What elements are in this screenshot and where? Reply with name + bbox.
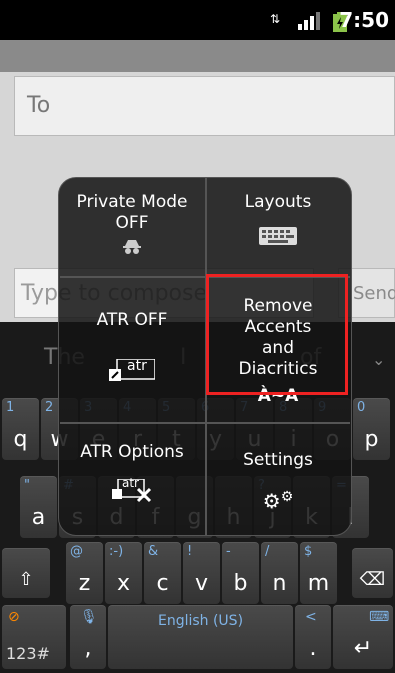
microphone-icon: 🎙	[80, 609, 98, 625]
key-alt-label: @	[70, 544, 83, 559]
atr-options-icon-text: atr	[122, 476, 139, 490]
spy-icon	[60, 238, 204, 261]
key-alt-label: "	[24, 478, 30, 493]
key-alt-label: -	[226, 544, 231, 559]
chevron-down-icon[interactable]: ⌄	[372, 350, 385, 369]
period-label: .	[309, 636, 317, 661]
key-alt-label: 0	[357, 400, 366, 415]
atr-off-label: ATR OFF	[96, 310, 168, 330]
keyboard-icon: ⌨	[369, 609, 390, 625]
key-c[interactable]: & c	[144, 542, 181, 604]
space-label: English (US)	[157, 613, 244, 629]
key-alt-label: &	[148, 544, 159, 559]
menu-divider	[60, 422, 350, 424]
share-icon: <	[305, 609, 317, 625]
period-key[interactable]: < .	[295, 605, 331, 669]
gear-icon: ⚙⚙	[262, 489, 294, 513]
key-label: n	[272, 571, 287, 596]
key-label: p	[364, 427, 379, 452]
status-bar: ⇅ 7:50	[0, 0, 395, 40]
atr-options-item[interactable]: ATR Options atr	[60, 442, 204, 508]
atr-icon: atr	[109, 358, 155, 383]
mode-key-label: 123#	[6, 644, 50, 663]
settings-item[interactable]: Settings ⚙⚙	[206, 450, 350, 513]
key-label: x	[116, 571, 131, 596]
key-v[interactable]: ! v	[183, 542, 220, 604]
atr-off-item[interactable]: ATR OFF atr	[60, 310, 204, 388]
key-a[interactable]: " a	[20, 476, 57, 538]
key-alt-label: :-)	[109, 544, 124, 559]
key-label: z	[78, 571, 91, 596]
key-label: a	[31, 505, 46, 530]
to-field[interactable]: To	[14, 76, 395, 136]
send-label: Send	[353, 283, 395, 304]
key-alt-label: 2	[45, 400, 54, 415]
swype-icon: ⊘	[8, 609, 20, 625]
space-key[interactable]: English (US)	[108, 605, 293, 669]
clock: 7:50	[339, 8, 389, 32]
key-label: m	[307, 571, 330, 596]
data-icon: ⇅	[270, 12, 281, 26]
key-m[interactable]: $ m	[300, 542, 337, 604]
layouts-item[interactable]: Layouts	[206, 192, 350, 250]
keyboard-icon	[206, 227, 350, 250]
enter-icon: ↵	[353, 636, 373, 661]
key-alt-label: /	[265, 544, 270, 559]
key-label: c	[156, 571, 169, 596]
layouts-label: Layouts	[244, 192, 312, 212]
key-alt-label: !	[187, 544, 193, 559]
comma-label: ,	[84, 636, 92, 661]
key-alt-label: 1	[6, 400, 15, 415]
key-alt-label: $	[304, 544, 313, 559]
atr-options-icon: atr	[112, 476, 152, 503]
signal-icon	[298, 12, 320, 34]
key-q[interactable]: 1q	[2, 398, 39, 460]
to-placeholder: To	[27, 93, 51, 118]
private-mode-label: Private Mode OFF	[76, 192, 188, 233]
key-label: q	[13, 427, 28, 452]
highlight-box	[206, 274, 348, 395]
key-x[interactable]: :-) x	[105, 542, 142, 604]
enter-key[interactable]: ⌨ ↵	[333, 605, 393, 669]
backspace-key[interactable]: ⌫	[352, 548, 393, 598]
private-mode-item[interactable]: Private Mode OFF	[60, 192, 204, 261]
comma-key[interactable]: 🎙 ,	[70, 605, 106, 669]
shift-key[interactable]: ⇧	[2, 548, 50, 598]
atr-icon-text: atr	[127, 358, 147, 374]
key-label: b	[233, 571, 248, 596]
mode-key[interactable]: ⊘ 123#	[2, 605, 66, 669]
key-b[interactable]: -b	[222, 542, 259, 604]
app-bar	[0, 40, 395, 72]
atr-options-label: ATR Options	[80, 442, 184, 462]
backspace-icon: ⌫	[359, 569, 386, 590]
key-p[interactable]: 0p	[353, 398, 390, 460]
settings-label: Settings	[243, 450, 313, 470]
shift-icon: ⇧	[18, 569, 34, 590]
key-n[interactable]: / n	[261, 542, 298, 604]
key-label: v	[194, 571, 209, 596]
key-z[interactable]: @ z	[66, 542, 103, 604]
